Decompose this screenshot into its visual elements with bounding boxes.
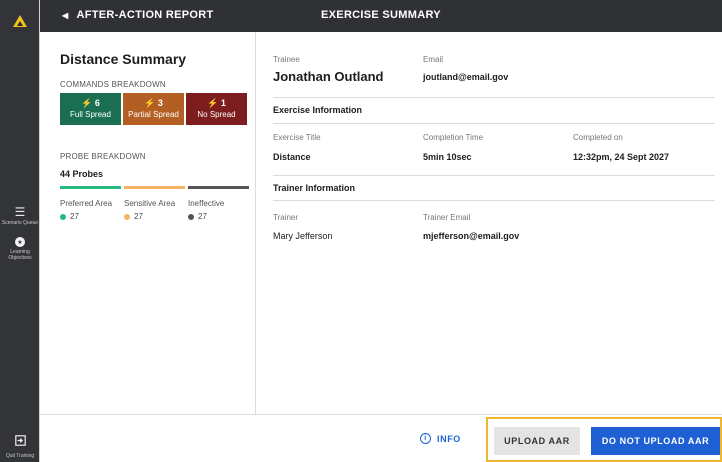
summary-title: Distance Summary [60, 51, 187, 67]
probe-breakdown-label: PROBE BREAKDOWN [60, 152, 146, 161]
trainer-label: Trainer [273, 213, 299, 222]
app-logo-icon [9, 10, 31, 32]
probe-bar [188, 186, 249, 189]
command-badge-no-spread: ⚡ 1 No Spread [186, 93, 247, 125]
info-label: INFO [437, 433, 461, 444]
command-badge-full-spread: ⚡ 6 Full Spread [60, 93, 121, 125]
trainer-section-title: Trainer Information [273, 183, 356, 193]
dot-icon [124, 213, 130, 220]
do-not-upload-aar-button[interactable]: DO NOT UPLOAD AAR [591, 427, 720, 455]
probe-breakdown: Preferred Area 27 Sensitive Area 27 Inef… [60, 186, 249, 221]
divider [273, 97, 715, 98]
probe-ineffective: Ineffective 27 [188, 186, 249, 221]
upload-actions-highlight: UPLOAD AAR DO NOT UPLOAD AAR [486, 417, 722, 462]
probe-value: 27 [124, 212, 185, 221]
trainee-email: joutland@email.gov [423, 72, 509, 82]
trainer-email: mjefferson@email.gov [423, 231, 520, 241]
trainer-email-label: Trainer Email [423, 213, 471, 222]
command-label: Full Spread [70, 110, 111, 119]
exercise-title: Distance [273, 152, 311, 162]
star-circle-icon: ★ [15, 237, 25, 247]
command-label: Partial Spread [128, 110, 179, 119]
back-link[interactable]: ◀ AFTER-ACTION REPORT [62, 9, 214, 21]
probe-sensitive-area: Sensitive Area 27 [124, 186, 185, 221]
rail-item-scenario-queue[interactable]: ☰ Scenario Queue [0, 206, 40, 226]
probe-value: 27 [188, 212, 249, 221]
probe-bar [124, 186, 185, 189]
divider [273, 200, 715, 201]
probe-count: 44 Probes [60, 169, 104, 179]
commands-breakdown-label: COMMANDS BREAKDOWN [60, 80, 166, 89]
summary-panel: Distance Summary COMMANDS BREAKDOWN ⚡ 6 … [40, 32, 256, 414]
rail-item-quit-training[interactable]: Quit Training [0, 433, 40, 459]
completed-on-label: Completed on [573, 133, 623, 142]
probe-bar [60, 186, 121, 189]
rail-item-label: Learning Objectives [8, 249, 32, 261]
info-icon: i [420, 433, 431, 444]
exercise-section-title: Exercise Information [273, 105, 363, 115]
probe-preferred-area: Preferred Area 27 [60, 186, 121, 221]
info-button[interactable]: i INFO [420, 433, 461, 444]
command-count: ⚡ 3 [144, 98, 163, 108]
completion-time: 5min 10sec [423, 152, 472, 162]
side-rail: ☰ Scenario Queue ★ Learning Objectives Q… [0, 0, 40, 462]
trainee-name: Jonathan Outland [273, 69, 384, 84]
back-link-label: AFTER-ACTION REPORT [76, 9, 214, 21]
exit-icon [14, 433, 26, 451]
command-badge-partial-spread: ⚡ 3 Partial Spread [123, 93, 184, 125]
completion-time-label: Completion Time [423, 133, 484, 142]
top-bar: ◀ AFTER-ACTION REPORT EXERCISE SUMMARY [40, 0, 722, 32]
chevron-left-icon: ◀ [62, 10, 69, 20]
list-icon: ☰ [14, 205, 26, 219]
exercise-title-label: Exercise Title [273, 133, 321, 142]
probe-label: Ineffective [188, 199, 225, 208]
upload-aar-button[interactable]: UPLOAD AAR [494, 427, 580, 455]
divider [273, 123, 715, 124]
dot-icon [188, 213, 194, 220]
trainee-label: Trainee [273, 55, 300, 64]
command-count: ⚡ 6 [81, 98, 100, 108]
rail-item-label: Scenario Queue [1, 220, 39, 226]
divider [273, 175, 715, 176]
trainer-name: Mary Jefferson [273, 231, 333, 241]
probe-label: Preferred Area [60, 199, 113, 208]
completed-on: 12:32pm, 24 Sept 2027 [573, 152, 670, 162]
dot-icon [60, 213, 66, 220]
email-label: Email [423, 55, 444, 64]
action-bar: i INFO UPLOAD AAR DO NOT UPLOAD AAR [40, 414, 722, 462]
probe-value: 27 [60, 212, 121, 221]
command-label: No Spread [197, 110, 236, 119]
rail-item-label: Quit Training [5, 453, 35, 459]
commands-badges: ⚡ 6 Full Spread ⚡ 3 Partial Spread ⚡ 1 N… [60, 93, 247, 125]
probe-label: Sensitive Area [124, 199, 176, 208]
command-count: ⚡ 1 [207, 98, 226, 108]
details-panel: Trainee Jonathan Outland Email joutland@… [257, 32, 722, 414]
rail-item-learning-objectives[interactable]: ★ Learning Objectives [0, 237, 40, 261]
